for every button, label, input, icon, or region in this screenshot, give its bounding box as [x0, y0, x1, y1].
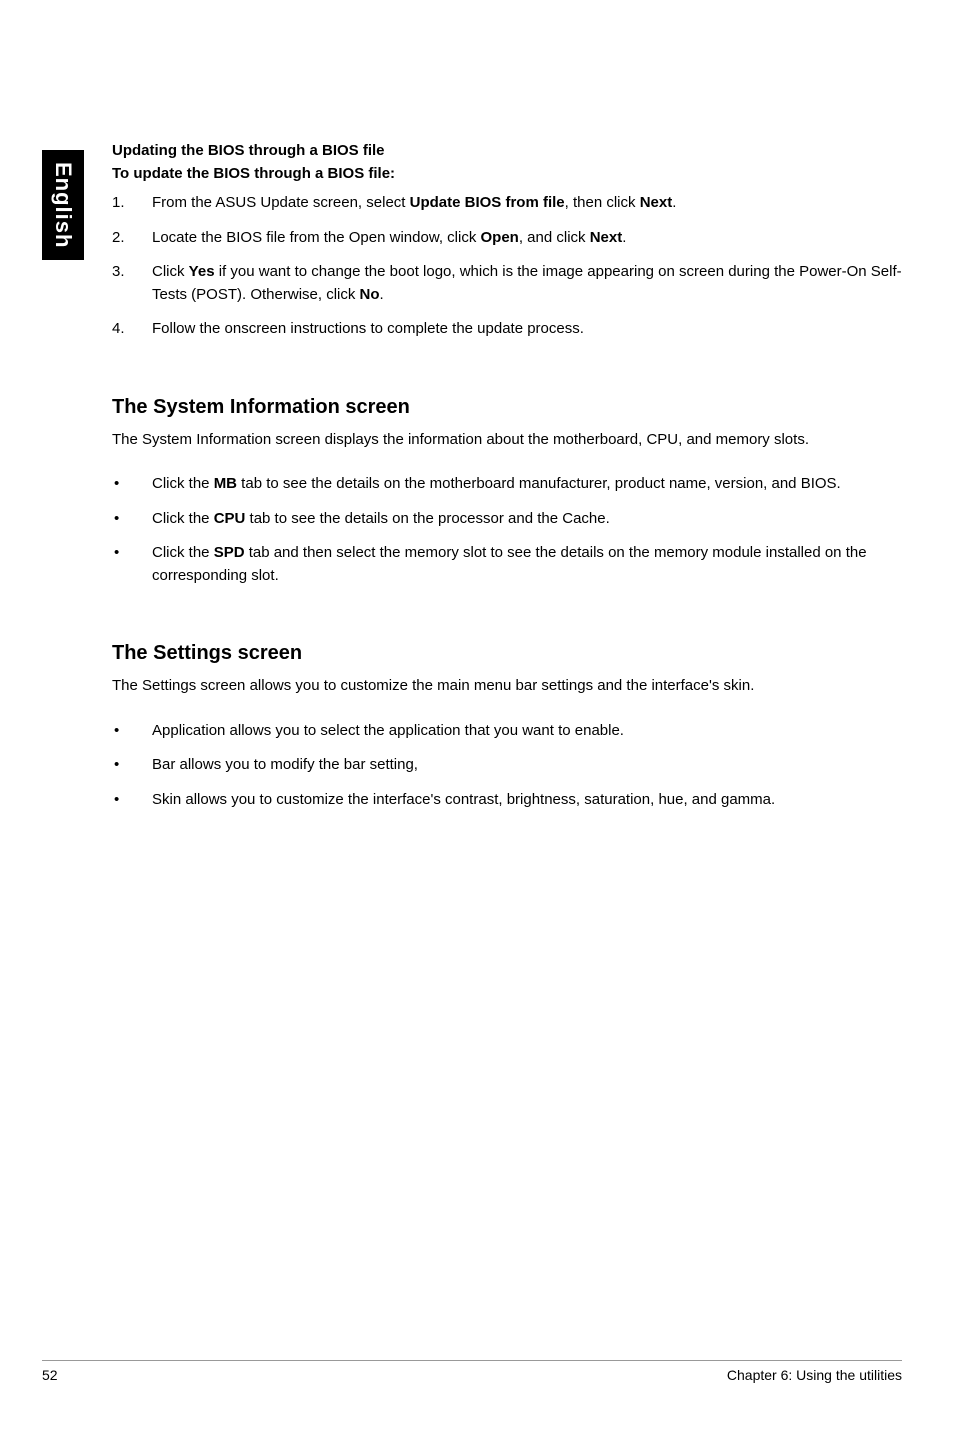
- list-text: Locate the BIOS file from the Open windo…: [152, 227, 902, 250]
- bullet-icon: •: [112, 754, 152, 777]
- section-system-info: The System Information screen The System…: [112, 396, 902, 588]
- section-title: The System Information screen: [112, 396, 902, 419]
- section-title: The Settings screen: [112, 642, 902, 665]
- main-content: Updating the BIOS through a BIOS file To…: [112, 142, 902, 823]
- section-settings: The Settings screen The Settings screen …: [112, 642, 902, 811]
- list-number: 2.: [112, 227, 152, 250]
- list-text: Click the CPU tab to see the details on …: [152, 508, 902, 531]
- list-item: • Click the CPU tab to see the details o…: [112, 508, 902, 531]
- bullet-icon: •: [112, 789, 152, 812]
- list-item: • Click the SPD tab and then select the …: [112, 542, 902, 587]
- section-description: The System Information screen displays t…: [112, 429, 902, 452]
- page-number: 52: [42, 1367, 58, 1383]
- list-text: Follow the onscreen instructions to comp…: [152, 318, 902, 341]
- list-item: • Skin allows you to customize the inter…: [112, 789, 902, 812]
- list-item: • Click the MB tab to see the details on…: [112, 473, 902, 496]
- bullet-icon: •: [112, 720, 152, 743]
- list-text: Application allows you to select the app…: [152, 720, 902, 743]
- chapter-label: Chapter 6: Using the utilities: [727, 1367, 902, 1383]
- list-item: 2. Locate the BIOS file from the Open wi…: [112, 227, 902, 250]
- list-item: 3. Click Yes if you want to change the b…: [112, 261, 902, 306]
- list-number: 3.: [112, 261, 152, 306]
- ordered-list: 1. From the ASUS Update screen, select U…: [112, 192, 902, 341]
- bullet-icon: •: [112, 542, 152, 587]
- list-number: 4.: [112, 318, 152, 341]
- list-number: 1.: [112, 192, 152, 215]
- list-text: Click the MB tab to see the details on t…: [152, 473, 902, 496]
- list-text: Skin allows you to customize the interfa…: [152, 789, 902, 812]
- list-item: • Application allows you to select the a…: [112, 720, 902, 743]
- list-text: Click Yes if you want to change the boot…: [152, 261, 902, 306]
- section-updating-bios: Updating the BIOS through a BIOS file To…: [112, 142, 902, 341]
- section-description: The Settings screen allows you to custom…: [112, 675, 902, 698]
- list-item: 4. Follow the onscreen instructions to c…: [112, 318, 902, 341]
- bullet-icon: •: [112, 473, 152, 496]
- list-item: • Bar allows you to modify the bar setti…: [112, 754, 902, 777]
- list-text: Click the SPD tab and then select the me…: [152, 542, 902, 587]
- list-text: From the ASUS Update screen, select Upda…: [152, 192, 902, 215]
- language-tab: English: [42, 150, 84, 260]
- bullet-list: • Application allows you to select the a…: [112, 720, 902, 812]
- heading-2: To update the BIOS through a BIOS file:: [112, 165, 902, 182]
- list-item: 1. From the ASUS Update screen, select U…: [112, 192, 902, 215]
- heading-1: Updating the BIOS through a BIOS file: [112, 142, 902, 159]
- page-footer: 52 Chapter 6: Using the utilities: [42, 1360, 902, 1383]
- bullet-icon: •: [112, 508, 152, 531]
- list-text: Bar allows you to modify the bar setting…: [152, 754, 902, 777]
- bullet-list: • Click the MB tab to see the details on…: [112, 473, 902, 587]
